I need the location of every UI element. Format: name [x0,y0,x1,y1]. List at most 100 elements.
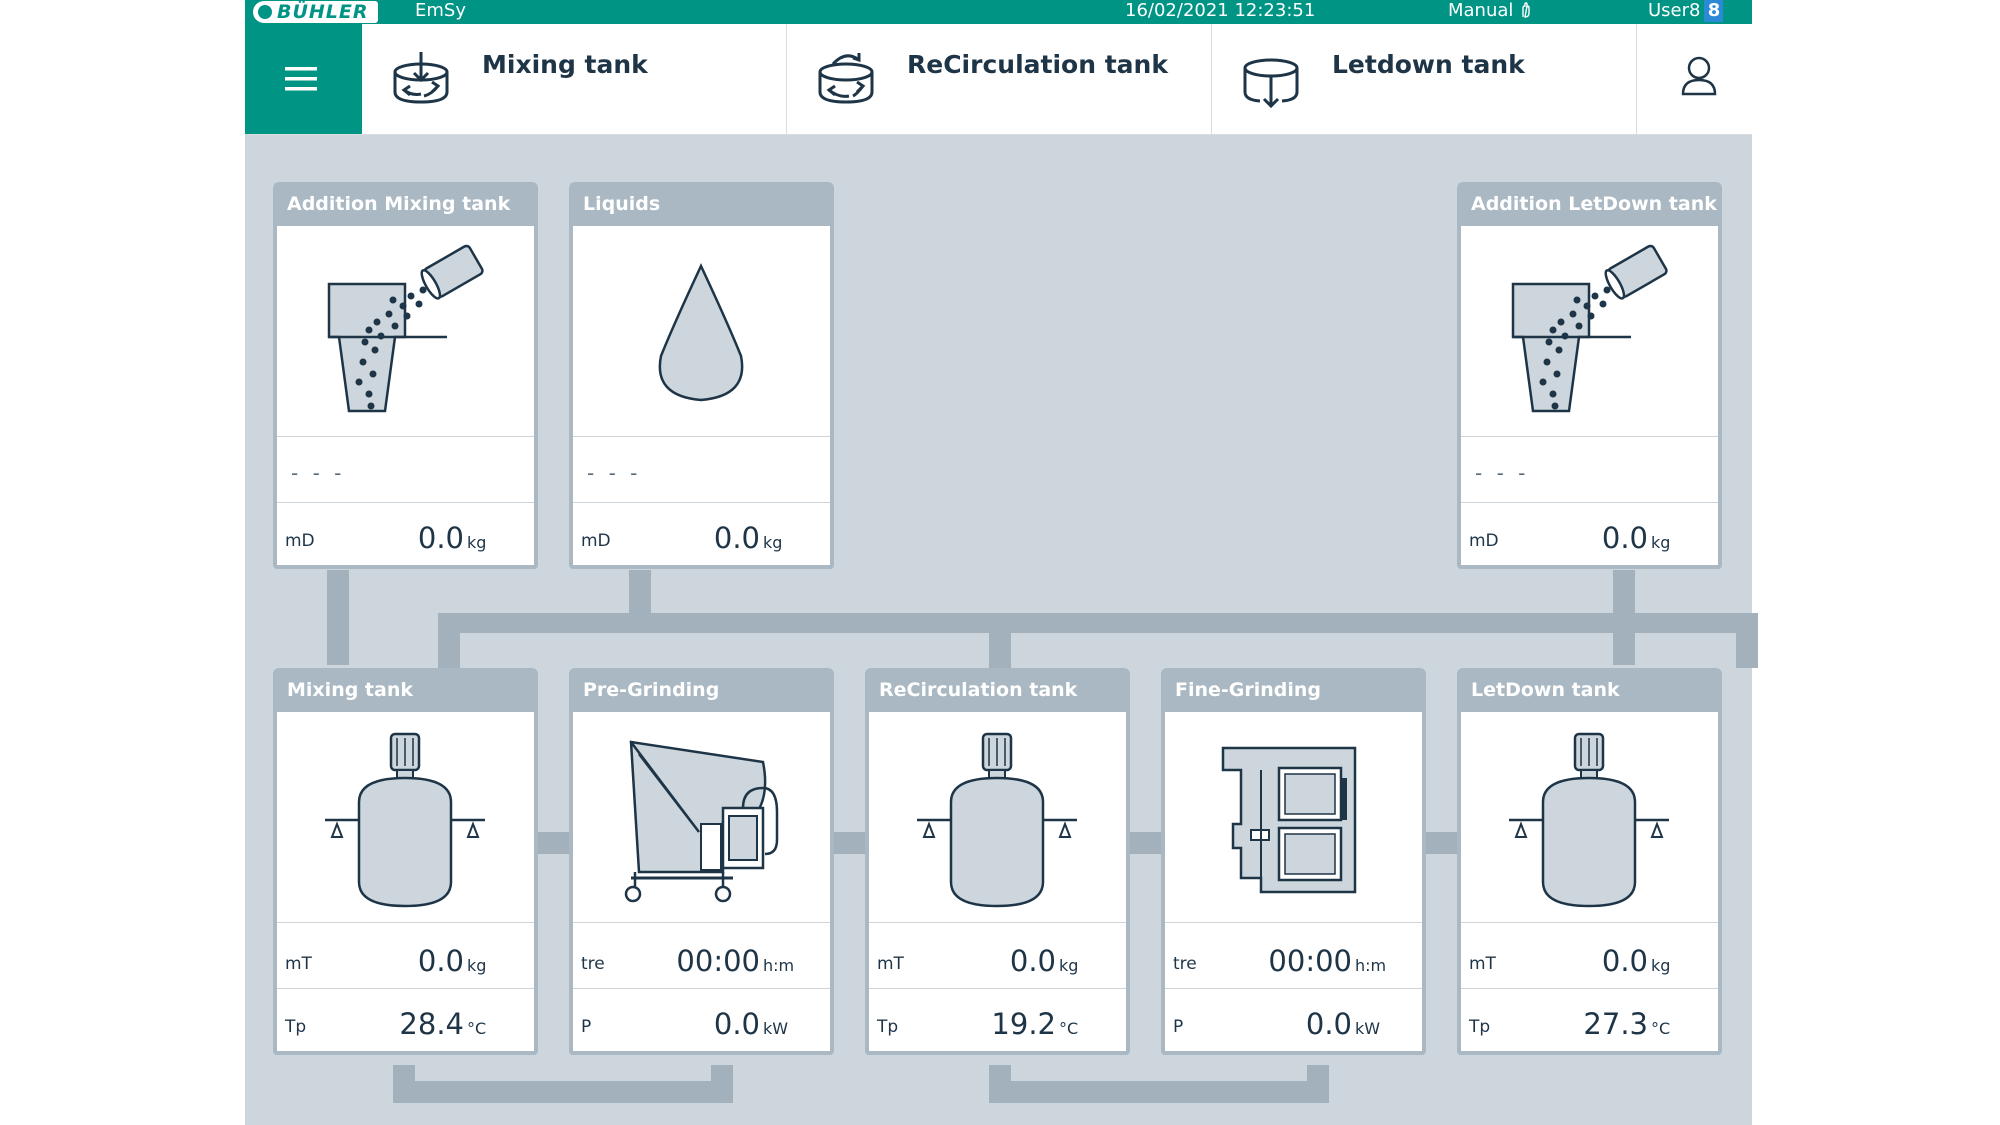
measurement-label: Tp [1469,1017,1491,1037]
measurement-value: 0.0 [713,1007,760,1041]
measurement-label: mT [877,954,904,974]
measurement-value: 0.0 [1305,1007,1352,1041]
buhler-logo: BÜHLER [253,1,378,23]
panel-title: Addition LetDown tank [1471,193,1717,215]
measurement-row: tre 00:00 h:m [1165,923,1422,989]
tank-icon [917,732,1077,908]
panel-fine-grinding[interactable]: Fine-Grinding tre 00:00 h:m P 0.0 kW [1161,668,1426,1055]
tab-letdown-tank[interactable]: Letdown tank [1212,24,1637,134]
menu-button[interactable] [245,24,362,134]
measurement-label: Tp [285,1017,307,1037]
measurement-row: mD 0.0 kg [1461,503,1718,565]
measurement-unit: kg [1059,956,1079,975]
panel-pre-grinding[interactable]: Pre-Grinding tre 00:00 h:m P 0.0 kW [569,668,834,1055]
tank-icon [1509,732,1669,908]
pipe [327,570,349,665]
hamburger-icon [285,67,317,91]
measurement-row: P 0.0 kW [573,989,830,1051]
measurement-unit: kW [1355,1019,1381,1038]
status-bar: BÜHLER EmSy 16/02/2021 12:23:51 Manual U… [245,0,1752,24]
panel-title: Fine-Grinding [1175,679,1322,701]
user-indicator[interactable]: User8 8 [1648,0,1724,22]
measurement-label: tre [581,954,605,974]
measurement-value: 27.3 [1583,1007,1648,1041]
measurement-label: Tp [877,1017,899,1037]
status-text: - - - [587,461,642,485]
measurement-row: mT 0.0 kg [277,923,534,989]
tab-label: Letdown tank [1332,50,1525,79]
mixing-tank-icon [393,52,449,104]
measurement-unit: °C [467,1019,487,1038]
panel-title: ReCirculation tank [879,679,1078,701]
pipe [989,1081,1329,1103]
measurement-value: 00:00 [1268,944,1352,978]
tab-mixing-tank[interactable]: Mixing tank [362,24,787,134]
measurement-value: 0.0 [1601,521,1648,555]
panel-image [1461,226,1718,437]
measurement-unit: h:m [1355,956,1387,975]
panel-image [869,712,1126,923]
measurement-row: mT 0.0 kg [869,923,1126,989]
measurement-row: P 0.0 kW [1165,989,1422,1051]
panel-image [573,226,830,437]
measurement-row: Tp 28.4 °C [277,989,534,1051]
pipe [438,613,460,668]
measurement-unit: h:m [763,956,795,975]
measurement-value: 00:00 [676,944,760,978]
measurement-value: 0.0 [1601,944,1648,978]
status-row: - - - [573,437,830,503]
measurement-row: mT 0.0 kg [1461,923,1718,989]
user-label: User8 [1648,0,1701,21]
letdown-icon [1243,58,1299,109]
measurement-label: mD [285,531,315,551]
user-profile-button[interactable] [1645,24,1752,134]
hand-icon [1519,0,1533,21]
tab-recirculation-tank[interactable]: ReCirculation tank [787,24,1212,134]
measurement-unit: kg [1651,956,1671,975]
measurement-value: 0.0 [1009,944,1056,978]
measurement-unit: °C [1059,1019,1079,1038]
panel-letdown-tank[interactable]: LetDown tank mT 0.0 kg Tp 27.3 °C [1457,668,1722,1055]
user-level-badge: 8 [1704,0,1724,22]
panel-recirculation-tank[interactable]: ReCirculation tank mT 0.0 kg Tp 19.2 °C [865,668,1130,1055]
pipe [438,613,1755,633]
measurement-value: 0.0 [417,944,464,978]
header: Mixing tank ReCirculation tank Letdown t… [245,24,1752,135]
measurement-label: P [581,1017,592,1037]
measurement-label: mT [1469,954,1496,974]
status-row: - - - [277,437,534,503]
datetime: 16/02/2021 12:23:51 [1125,0,1316,21]
measurement-unit: kg [1651,533,1671,552]
panel-image [277,712,534,923]
panel-mixing-tank[interactable]: Mixing tank mT 0.0 kg Tp 28.4 °C [273,668,538,1055]
measurement-label: tre [1173,954,1197,974]
status-text: - - - [1475,461,1530,485]
recirculation-icon [818,53,874,104]
mode-label: Manual [1448,0,1514,21]
fine-grinder-icon [1221,746,1357,894]
measurement-row: mD 0.0 kg [573,503,830,565]
app-name: EmSy [415,0,466,21]
powder-addition-icon [327,244,484,413]
status-text: - - - [291,461,346,485]
pipe [393,1081,733,1103]
pipe [1736,613,1758,668]
panel-title: Addition Mixing tank [287,193,511,215]
tab-label: Mixing tank [482,50,648,79]
measurement-value: 19.2 [991,1007,1056,1041]
panel-title: Mixing tank [287,679,413,701]
measurement-unit: kg [467,533,487,552]
measurement-label: mT [285,954,312,974]
panel-liquids[interactable]: Liquids - - - mD 0.0 kg [569,182,834,569]
panel-title: Liquids [583,193,661,215]
measurement-value: 28.4 [399,1007,464,1041]
pre-grinder-icon [624,740,779,903]
panel-image [573,712,830,923]
measurement-label: mD [1469,531,1499,551]
app-window: BÜHLER EmSy 16/02/2021 12:23:51 Manual U… [245,0,1758,1125]
mode-indicator[interactable]: Manual [1448,0,1533,22]
panel-addition-mixing-tank[interactable]: Addition Mixing tank - - - mD 0.0 kg [273,182,538,569]
measurement-row: Tp 27.3 °C [1461,989,1718,1051]
pipe [989,613,1011,668]
panel-addition-letdown-tank[interactable]: Addition LetDown tank - - - mD 0.0 kg [1457,182,1722,569]
